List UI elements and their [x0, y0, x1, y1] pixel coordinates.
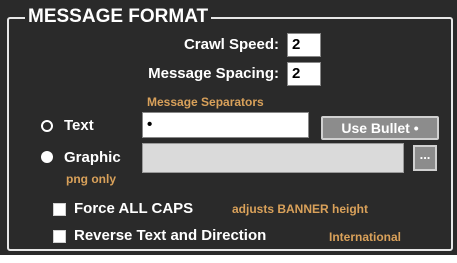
png-only-note: png only [66, 172, 116, 186]
graphic-radio[interactable] [41, 151, 53, 163]
graphic-option-label: Graphic [64, 149, 121, 166]
browse-graphic-button[interactable]: ... [413, 145, 437, 171]
section-title: MESSAGE FORMAT [25, 6, 212, 28]
text-radio[interactable] [41, 120, 53, 132]
graphic-file-field[interactable] [142, 143, 404, 173]
crawl-speed-label: Crawl Speed: [183, 36, 279, 53]
reverse-text-note: International [329, 230, 402, 244]
crawl-speed-input[interactable]: 2 [287, 33, 321, 57]
text-option-label: Text [64, 117, 94, 134]
message-spacing-label: Message Spacing: [148, 65, 279, 82]
reverse-text-label: Reverse Text and Direction [74, 227, 267, 244]
message-separators-heading: Message Separators [147, 95, 264, 109]
bottom-strip [0, 255, 457, 263]
force-caps-note: adjusts BANNER height [232, 202, 369, 216]
reverse-text-checkbox[interactable] [53, 230, 66, 243]
use-bullet-button[interactable]: Use Bullet • [321, 116, 439, 140]
force-caps-checkbox[interactable] [53, 203, 66, 216]
separator-text-input[interactable]: • [142, 112, 309, 138]
message-format-panel: MESSAGE FORMAT Crawl Speed: 2 Message Sp… [0, 0, 457, 255]
force-caps-label: Force ALL CAPS [74, 200, 194, 217]
message-spacing-input[interactable]: 2 [287, 62, 321, 86]
